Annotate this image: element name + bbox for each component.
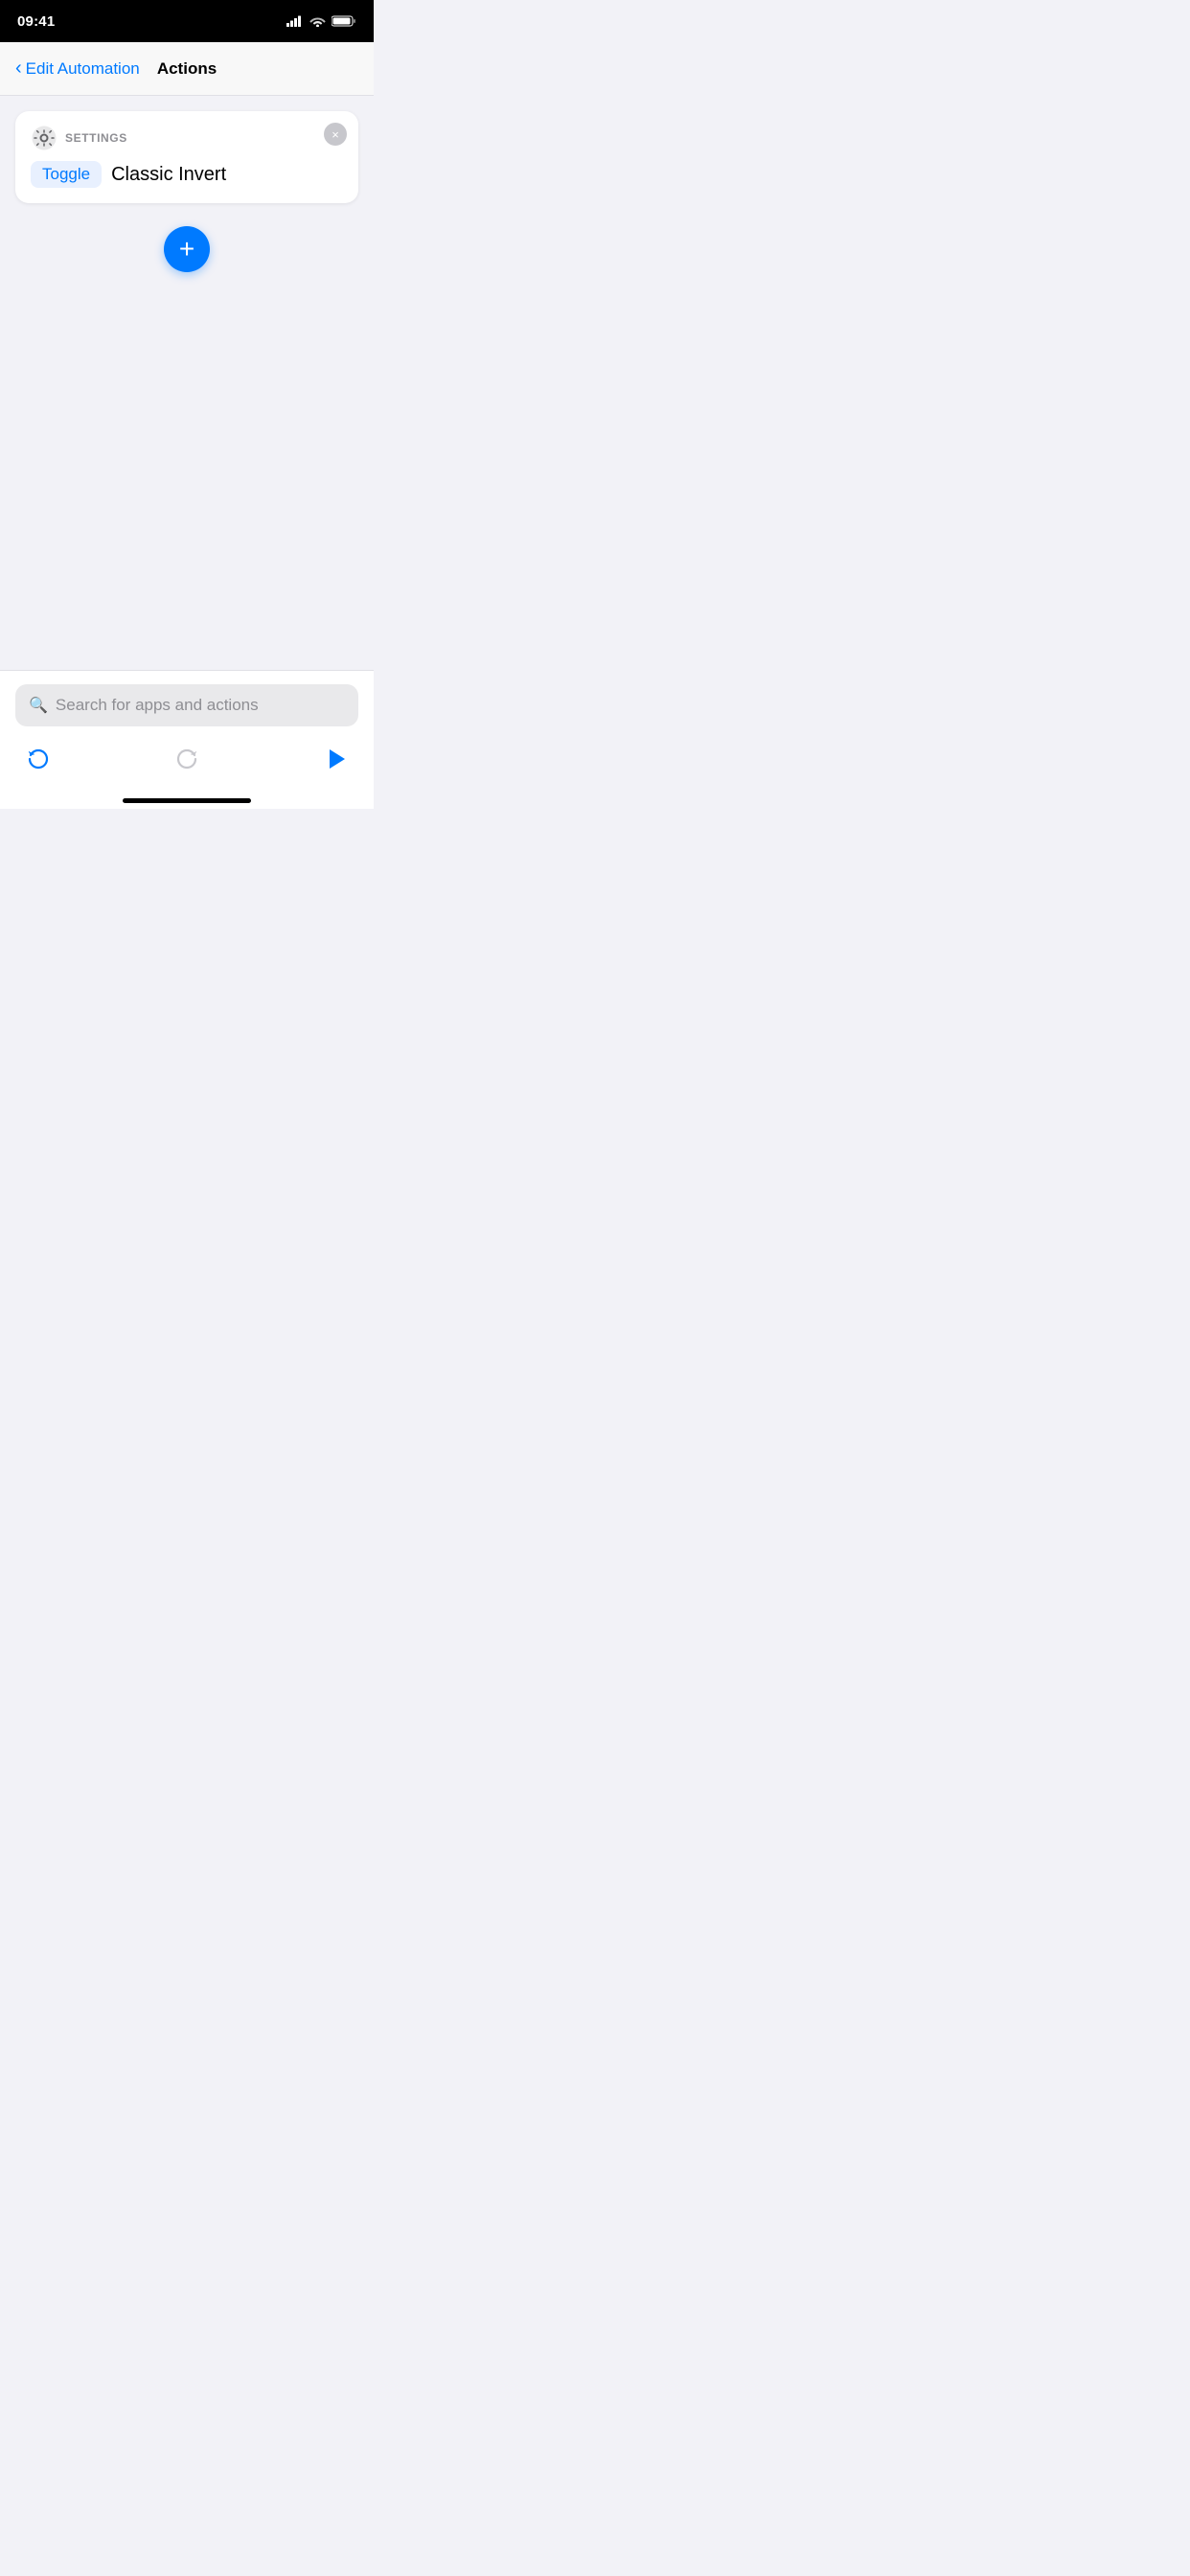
back-label: Edit Automation <box>26 59 140 79</box>
search-bar[interactable]: 🔍 Search for apps and actions <box>15 684 358 726</box>
status-bar: 09:41 <box>0 0 374 42</box>
nav-bar: ‹ Edit Automation Actions <box>0 42 374 96</box>
undo-button[interactable] <box>19 740 57 778</box>
toggle-button[interactable]: Toggle <box>31 161 102 188</box>
status-icons <box>286 15 356 27</box>
play-button[interactable] <box>316 740 355 778</box>
page-title: Actions <box>157 59 217 79</box>
battery-icon <box>332 15 356 27</box>
action-body: Toggle Classic Invert <box>31 161 343 188</box>
bottom-toolbar <box>15 740 358 797</box>
add-button-container: + <box>15 226 358 272</box>
signal-icon <box>286 15 304 27</box>
search-placeholder: Search for apps and actions <box>56 696 259 715</box>
play-icon <box>322 746 349 772</box>
action-text: Classic Invert <box>111 164 226 186</box>
action-card: SETTINGS × Toggle Classic Invert <box>15 111 358 203</box>
redo-button[interactable] <box>168 740 206 778</box>
search-icon: 🔍 <box>29 696 48 715</box>
settings-icon <box>31 125 57 151</box>
settings-label: SETTINGS <box>65 131 127 145</box>
bottom-panel: 🔍 Search for apps and actions <box>0 670 374 809</box>
status-time: 09:41 <box>17 13 55 30</box>
main-content: SETTINGS × Toggle Classic Invert + <box>0 96 374 694</box>
add-action-button[interactable]: + <box>164 226 210 272</box>
add-icon: + <box>179 236 195 263</box>
close-icon: × <box>332 128 339 141</box>
close-button[interactable]: × <box>324 123 347 146</box>
action-card-header: SETTINGS <box>31 125 343 151</box>
back-button[interactable]: ‹ Edit Automation <box>15 59 140 79</box>
redo-icon <box>173 746 200 772</box>
wifi-icon <box>309 15 326 27</box>
undo-icon <box>25 746 52 772</box>
home-indicator <box>123 798 251 803</box>
back-chevron-icon: ‹ <box>15 58 22 78</box>
